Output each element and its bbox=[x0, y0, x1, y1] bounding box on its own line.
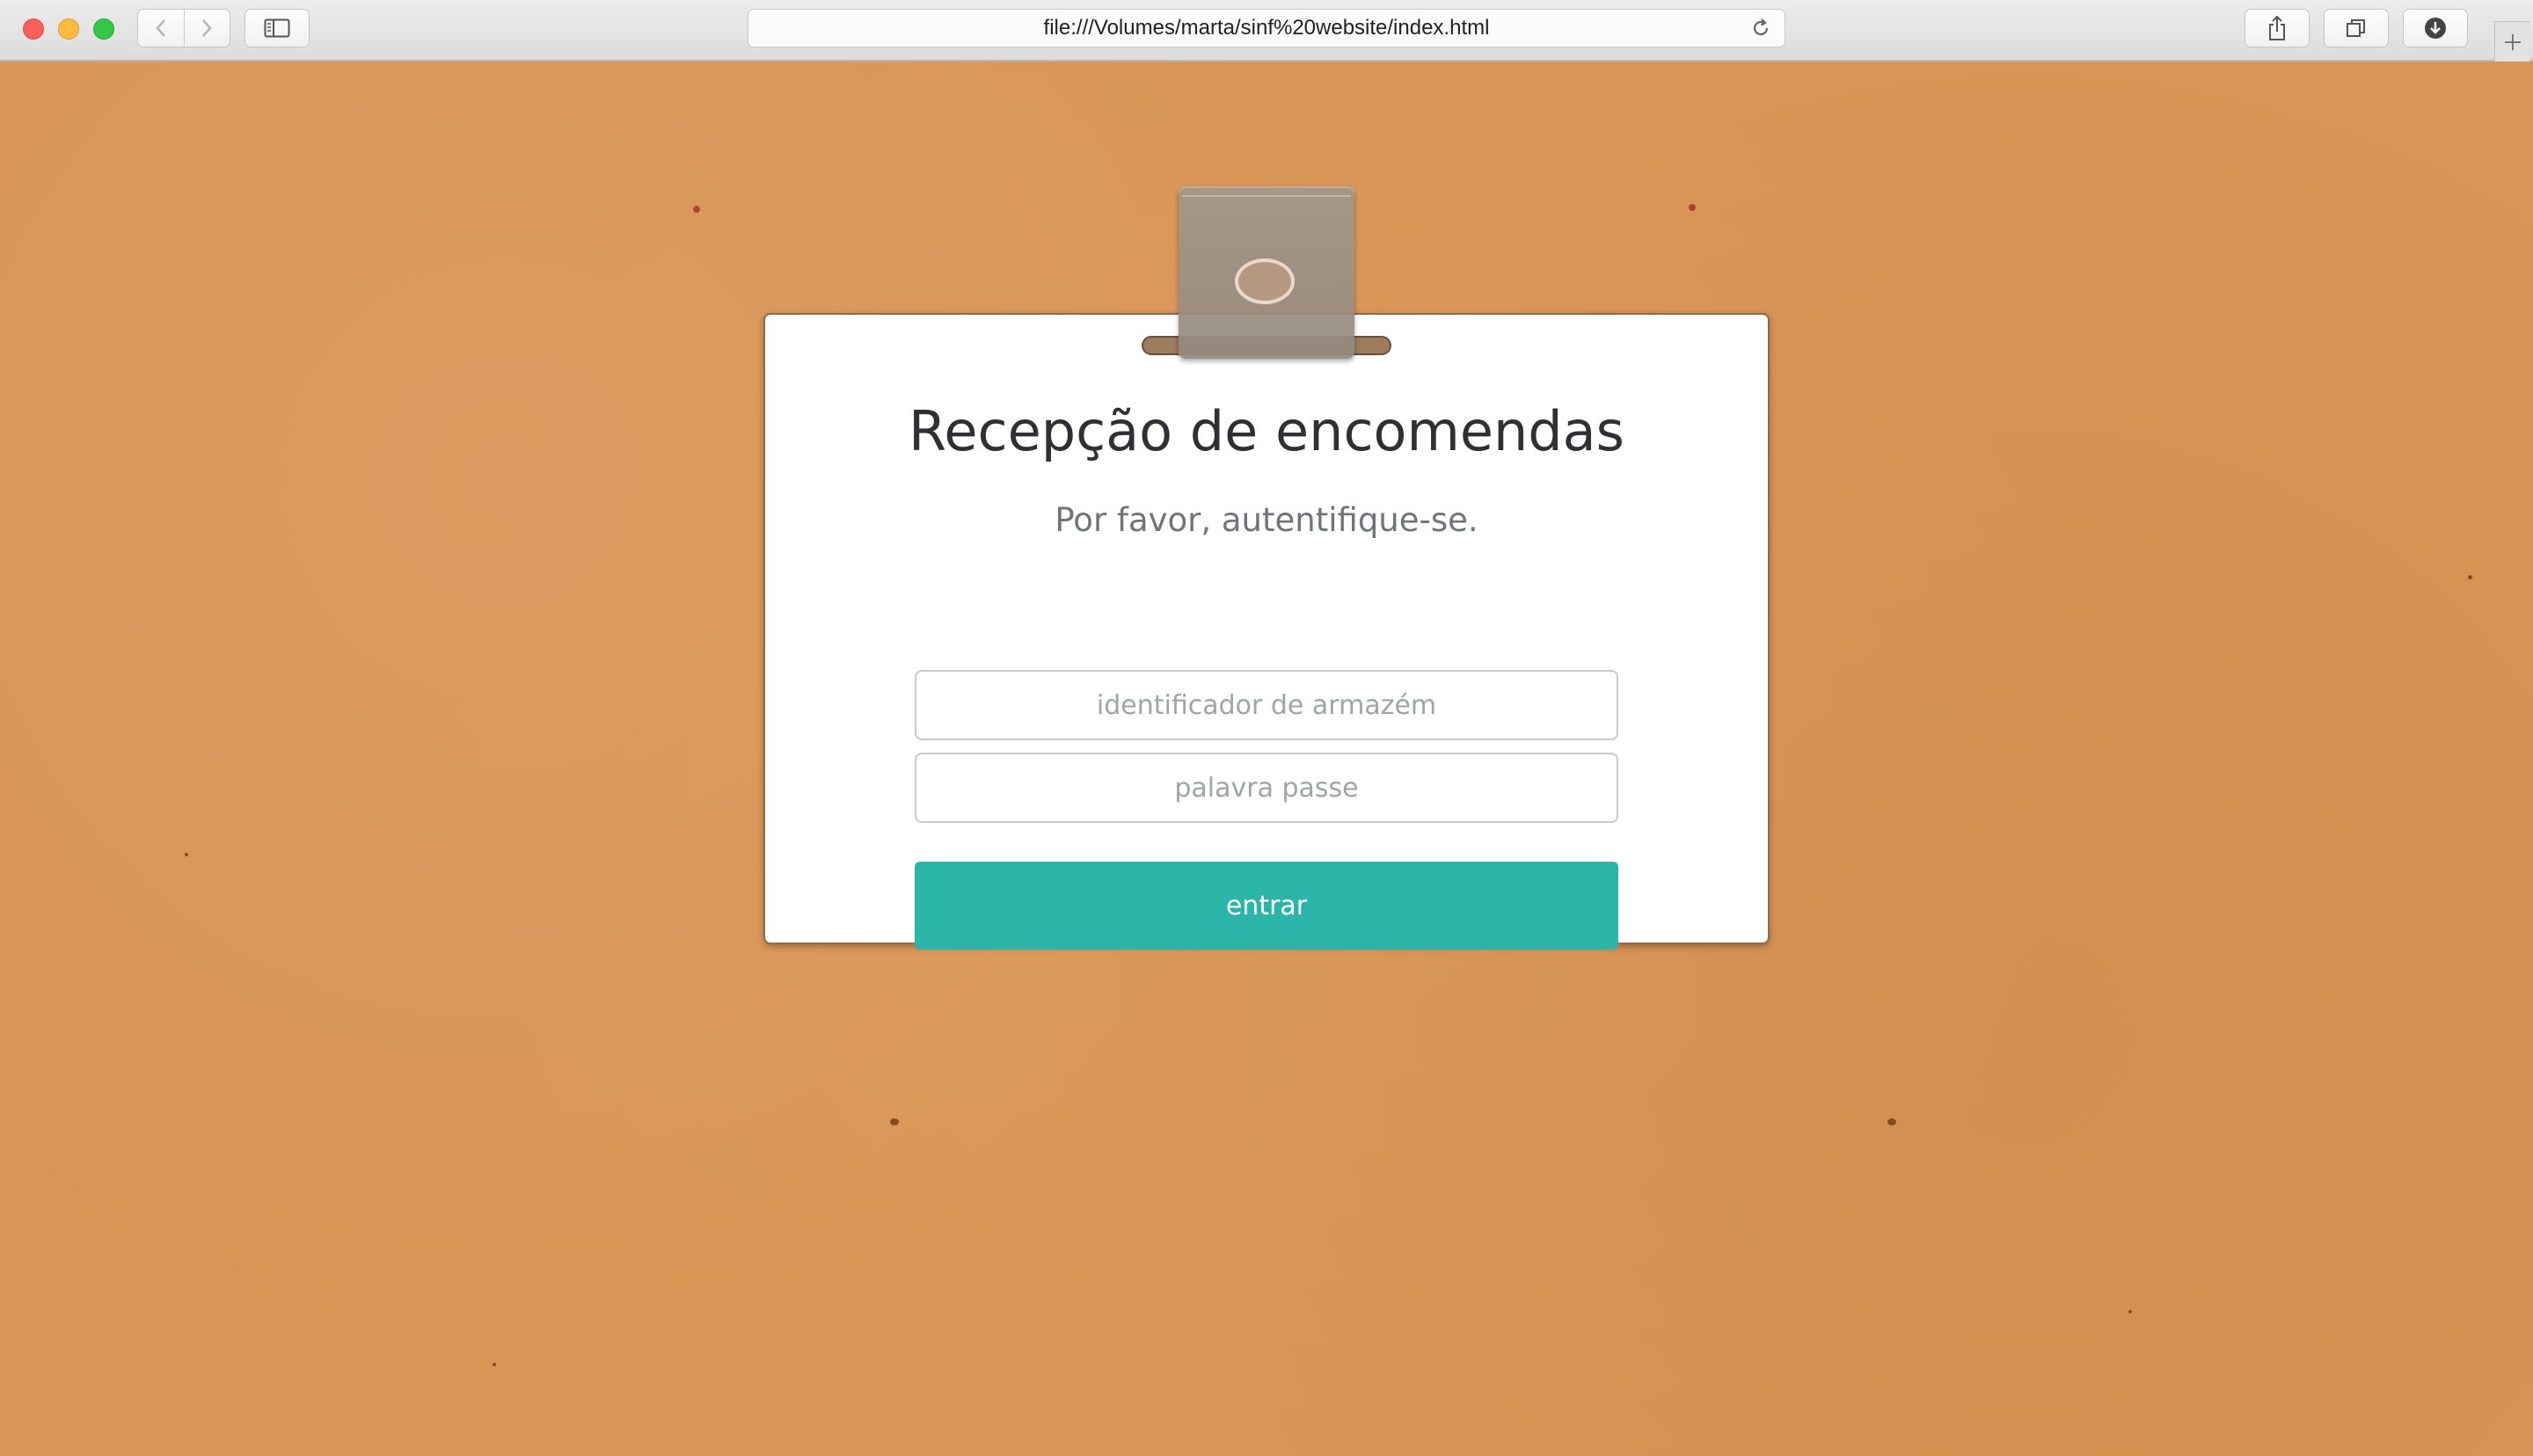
chevron-left-icon bbox=[156, 19, 165, 37]
warehouse-id-input[interactable] bbox=[915, 670, 1618, 740]
zoom-window-button[interactable] bbox=[93, 18, 114, 40]
page-title: Recepção de encomendas bbox=[909, 399, 1624, 463]
paper-speck bbox=[185, 853, 188, 856]
chevron-right-icon bbox=[202, 19, 212, 37]
clip-hole bbox=[1235, 258, 1295, 304]
download-icon bbox=[2425, 18, 2446, 39]
address-bar[interactable]: file:///Volumes/marta/sinf%20website/ind… bbox=[748, 9, 1785, 47]
sidebar-toggle-button[interactable] bbox=[245, 9, 310, 47]
forward-button[interactable] bbox=[183, 10, 230, 47]
new-tab-button[interactable] bbox=[2494, 21, 2529, 62]
paper-speck bbox=[2468, 575, 2472, 579]
paper-speck bbox=[1689, 204, 1696, 211]
back-button[interactable] bbox=[138, 10, 184, 47]
login-card: Recepção de encomendas Por favor, autent… bbox=[763, 313, 1770, 950]
minimize-window-button[interactable] bbox=[58, 18, 79, 40]
browser-toolbar: file:///Volumes/marta/sinf%20website/ind… bbox=[0, 0, 2533, 62]
paper-speck bbox=[693, 206, 700, 213]
password-input[interactable] bbox=[915, 753, 1618, 823]
close-window-button[interactable] bbox=[23, 18, 44, 40]
page-background: Recepção de encomendas Por favor, autent… bbox=[0, 62, 2533, 1456]
login-button[interactable]: entrar bbox=[915, 862, 1618, 950]
share-icon bbox=[2269, 15, 2285, 40]
tabs-overview-button[interactable] bbox=[2324, 9, 2389, 47]
login-subtitle: Por favor, autentifique-se. bbox=[1055, 501, 1478, 539]
downloads-button[interactable] bbox=[2403, 9, 2468, 47]
paper-speck bbox=[1887, 1118, 1896, 1125]
share-button[interactable] bbox=[2245, 9, 2310, 47]
paper-speck bbox=[890, 1118, 899, 1125]
clip-highlight bbox=[1182, 195, 1351, 197]
paper-speck bbox=[493, 1363, 496, 1366]
tabs-overview-icon bbox=[2347, 19, 2365, 37]
sidebar-icon bbox=[264, 18, 290, 38]
navigation-buttons bbox=[137, 9, 230, 47]
clipboard-clip bbox=[1179, 186, 1354, 359]
paper-speck bbox=[2128, 1310, 2132, 1314]
plus-icon bbox=[2504, 33, 2521, 50]
reload-icon[interactable] bbox=[1749, 17, 1772, 40]
address-url: file:///Volumes/marta/sinf%20website/ind… bbox=[1043, 16, 1490, 40]
